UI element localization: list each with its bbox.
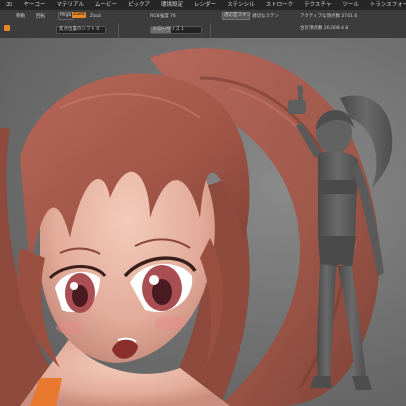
rotate-mode-label[interactable]: 回転 [36, 14, 45, 20]
menu-item[interactable]: ムービー [90, 0, 123, 10]
menu-item[interactable]: ステンシル [222, 0, 261, 10]
menu-item[interactable]: トランスフォーム [364, 0, 406, 10]
mrgb-label: Mrgb [60, 13, 72, 18]
move-mode-label[interactable]: 移動 [16, 14, 25, 20]
focal-shift-slider[interactable]: 焦点位置のシフト 0 [56, 26, 106, 34]
menu-item[interactable]: ヤーコー [18, 0, 51, 10]
accent-swatch[interactable] [4, 25, 10, 31]
divider [118, 23, 119, 39]
rgb-intensity-label: RGB強度 76 [150, 14, 176, 19]
menu-item[interactable]: レンダー [189, 0, 222, 10]
zadd-label: Zadd [73, 12, 85, 17]
zadd-button[interactable]: Zadd [72, 12, 86, 18]
zsub-label[interactable]: Zsub [90, 14, 101, 20]
dynamic-label: 適応型スキン [224, 13, 251, 18]
menu-item[interactable]: ツール [337, 0, 365, 10]
menu-item[interactable]: ピックア [123, 0, 156, 10]
total-points-label: 合計頂点数 26,008.4 8 [300, 26, 349, 31]
menu-bar: ヱi ヤーコー マテリアル ムービー ピックア 環境設定 レンダー ステンシル ストローク テクス… [0, 0, 406, 10]
divider [210, 23, 211, 39]
focal-shift-label: 焦点位置のシフト 0 [59, 27, 100, 32]
active-points-label: アクティブな頂点数 2741.6 [300, 14, 358, 19]
rgb-intensity-slider[interactable]: ドローサイズ 1 [150, 26, 202, 34]
menu-item[interactable]: マテリアル [51, 0, 89, 10]
menu-item[interactable]: ヱi [0, 0, 18, 10]
menu-item[interactable]: テクスチャ [299, 0, 337, 10]
toolbar: 移動 回転 Mrgb Zadd Zsub 焦点位置のシフト 0 RGB強度 76… [0, 10, 406, 39]
dynamesh-label: 適切なステン [252, 14, 279, 19]
menu-item[interactable]: ストローク [260, 0, 299, 10]
scene-render [0, 48, 393, 406]
menu-item[interactable]: 環境設定 [156, 0, 189, 10]
dynamic-button[interactable]: 適応型スキン [222, 12, 251, 20]
viewport-canvas[interactable] [0, 38, 406, 406]
draw-size-label: ドローサイズ 1 [153, 27, 185, 32]
